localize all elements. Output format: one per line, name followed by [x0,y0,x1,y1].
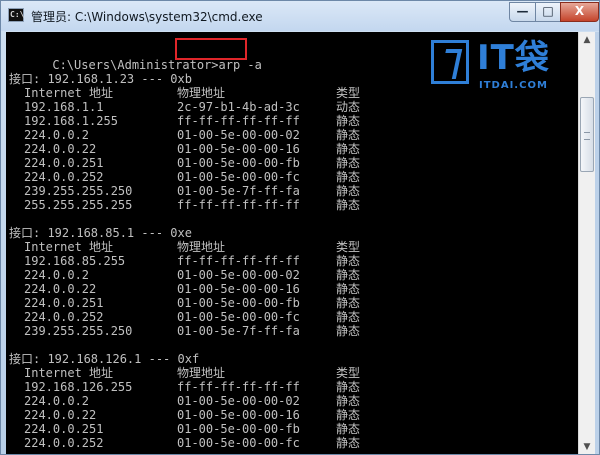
entry-type: 静态 [336,436,361,450]
entry-ip: 224.0.0.2 [24,268,90,282]
column-physical-address: 物理地址 [177,86,226,100]
entry-mac: 01-00-5e-00-00-02 [177,394,300,408]
entry-mac: 01-00-5e-7f-ff-fa [177,184,300,198]
entry-ip: 224.0.0.251 [24,422,104,436]
entry-mac: 2c-97-b1-4b-ad-3c [177,100,300,114]
column-type: 类型 [336,86,361,100]
scroll-down-arrow-icon[interactable]: ▼ [579,439,595,454]
entry-type: 静态 [336,254,361,268]
entry-ip: 239.255.255.250 [24,324,133,338]
entry-mac: ff-ff-ff-ff-ff-ff [177,114,300,128]
minimize-button[interactable]: — [509,2,536,22]
entry-mac: 01-00-5e-7f-ff-fa [177,324,300,338]
entry-type: 静态 [336,170,361,184]
entry-ip: 224.0.0.22 [24,408,97,422]
entry-ip: 239.255.255.250 [24,184,133,198]
entry-type: 静态 [336,422,361,436]
column-internet-address: Internet 地址 [24,366,114,380]
entry-ip: 224.0.0.252 [24,310,104,324]
entry-mac: 01-00-5e-00-00-fb [177,422,300,436]
logo-subtitle: ITDAI.COM [479,80,548,91]
interface-header: 接口: 192.168.1.23 --- 0xb [9,72,192,86]
entry-type: 静态 [336,310,361,324]
entry-ip: 255.255.255.255 [24,198,133,212]
entry-mac: 01-00-5e-00-00-fc [177,436,300,450]
entry-ip: 224.0.0.22 [24,282,97,296]
entry-ip: 224.0.0.22 [24,142,97,156]
close-button[interactable]: X [560,2,599,22]
entry-mac: 01-00-5e-00-00-16 [177,408,300,422]
entry-type: 静态 [336,296,361,310]
entry-mac: ff-ff-ff-ff-ff-ff [177,254,300,268]
entry-mac: ff-ff-ff-ff-ff-ff [177,380,300,394]
console-output[interactable]: C:\Users\Administrator>arp -a 接口: 192.16… [6,32,578,454]
entry-ip: 192.168.85.255 [24,254,126,268]
logo-brand: IT袋 [477,38,550,78]
entry-ip: 224.0.0.252 [24,170,104,184]
entry-mac: 01-00-5e-00-00-16 [177,282,300,296]
vertical-scrollbar[interactable]: ▲ ▼ [578,32,596,454]
maximize-button[interactable]: □ [535,2,561,22]
column-internet-address: Internet 地址 [24,240,114,254]
entry-mac: 01-00-5e-00-00-fb [177,296,300,310]
column-internet-address: Internet 地址 [24,86,114,100]
entry-mac: ff-ff-ff-ff-ff-ff [177,198,300,212]
entry-mac: 01-00-5e-00-00-02 [177,268,300,282]
entry-type: 静态 [336,268,361,282]
scroll-up-arrow-icon[interactable]: ▲ [579,32,595,49]
prompt-text: C:\Users\Administrator> [52,58,219,72]
scroll-thumb[interactable] [580,97,594,172]
grip-icon [584,132,590,140]
itdai-logo: IT袋 ITDAI.COM [431,38,571,100]
entry-type: 静态 [336,324,361,338]
entry-ip: 224.0.0.251 [24,296,104,310]
entry-ip: 192.168.1.1 [24,100,104,114]
entry-ip: 224.0.0.2 [24,128,90,142]
entry-mac: 01-00-5e-00-00-fc [177,310,300,324]
interface-header: 接口: 192.168.85.1 --- 0xe [9,226,192,240]
column-type: 类型 [336,366,361,380]
entry-type: 静态 [336,282,361,296]
entry-type: 静态 [336,114,361,128]
cmd-window: C:\ 管理员: C:\Windows\system32\cmd.exe — □… [0,0,600,455]
entry-type: 静态 [336,408,361,422]
entry-type: 静态 [336,198,361,212]
window-title: 管理员: C:\Windows\system32\cmd.exe [31,10,263,24]
cmd-app-icon[interactable]: C:\ [8,8,24,22]
entry-mac: 01-00-5e-00-00-16 [177,142,300,156]
interface-header: 接口: 192.168.126.1 --- 0xf [9,352,200,366]
entry-type: 静态 [336,394,361,408]
entry-ip: 224.0.0.252 [24,436,104,450]
entry-mac: 01-00-5e-00-00-02 [177,128,300,142]
entry-type: 静态 [336,380,361,394]
entry-type: 静态 [336,156,361,170]
entry-ip: 192.168.1.255 [24,114,118,128]
entry-ip: 224.0.0.251 [24,156,104,170]
entry-type: 静态 [336,128,361,142]
command-text: arp -a [218,58,262,72]
column-physical-address: 物理地址 [177,240,226,254]
title-bar[interactable]: C:\ 管理员: C:\Windows\system32\cmd.exe — □… [1,1,599,31]
entry-type: 动态 [336,100,361,114]
column-physical-address: 物理地址 [177,366,226,380]
window-frame-right [595,32,599,454]
entry-ip: 192.168.126.255 [24,380,133,394]
entry-mac: 01-00-5e-00-00-fb [177,156,300,170]
logo-mark-icon [431,40,469,84]
column-type: 类型 [336,240,361,254]
command-highlight-box [175,38,247,60]
entry-ip: 224.0.0.2 [24,394,90,408]
entry-type: 静态 [336,184,361,198]
entry-type: 静态 [336,142,361,156]
entry-mac: 01-00-5e-00-00-fc [177,170,300,184]
